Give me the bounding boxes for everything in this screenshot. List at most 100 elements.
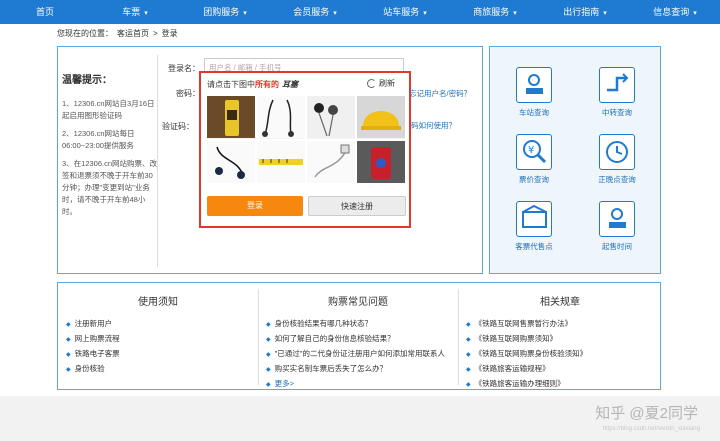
column-title: 购票常见问题 xyxy=(328,297,388,308)
station-icon xyxy=(516,67,552,103)
transfer-icon xyxy=(599,67,635,103)
earbuds-image-icon xyxy=(307,96,355,138)
list-item[interactable]: 《铁路旅客运输规程》 xyxy=(466,362,587,377)
nav-item-label: 出行指南 xyxy=(563,7,600,17)
info-panel: 使用须知 注册新用户 网上购票流程 铁路电子客票 身份核验 购票常见问题 身份核… xyxy=(57,282,661,390)
divider xyxy=(157,55,158,267)
nav-item[interactable]: 车票 ▾ xyxy=(90,0,180,24)
cable-image-icon xyxy=(307,140,355,183)
fare-icon: ¥ xyxy=(516,134,552,170)
service-delay-query[interactable]: 正晚点查询 xyxy=(587,134,647,185)
refresh-icon xyxy=(367,79,376,89)
tip-item: 3、在12306.cn网站购票、改签和退票须不晚于开车前30分钟；办理"变更到站… xyxy=(62,159,158,216)
tape-image-icon xyxy=(257,140,305,183)
register-button[interactable]: 快速注册 xyxy=(308,196,406,216)
forgot-link[interactable]: 忘记用户名/密码？ xyxy=(409,88,471,99)
login-button[interactable]: 登录 xyxy=(207,196,303,216)
refresh-label: 刷新 xyxy=(379,79,395,88)
nav-item-label: 会员服务 xyxy=(293,7,330,17)
captcha-image-6[interactable] xyxy=(257,140,305,183)
refresh-button[interactable]: 刷新 xyxy=(367,78,395,89)
tips-title: 温馨提示： xyxy=(62,75,112,86)
service-label: 车站查询 xyxy=(519,108,549,117)
tips-box: 温馨提示： 1、12306.cn网站自3月16日起启用图形验证码 2、12306… xyxy=(62,71,158,224)
breadcrumb: 您现在的位置： 客运首页 > 登录 xyxy=(57,28,182,40)
nav-item-label: 车票 xyxy=(122,7,141,17)
service-agency-query[interactable]: 客票代售点 xyxy=(504,201,564,252)
captcha-label: 验证码： xyxy=(162,122,194,131)
chevron-down-icon: ▾ xyxy=(333,10,337,17)
captcha-image-8[interactable] xyxy=(357,140,405,183)
breadcrumb-current: 登录 xyxy=(161,29,178,38)
service-label: 起售时间 xyxy=(602,242,632,251)
column-rules: 相关规章 《铁路互联网售票暂行办法》 《铁路互联网购票须知》 《铁路互联网购票身… xyxy=(458,283,662,391)
nav-item[interactable]: 会员服务 ▾ xyxy=(270,0,360,24)
column-faq: 购票常见问题 身份核验结果有哪几种状态？ 如何了解自己的身份信息核验结果？ "已… xyxy=(258,283,458,391)
captcha-image-1[interactable] xyxy=(207,96,255,139)
bottle-image-icon xyxy=(207,96,255,138)
chevron-down-icon: ▾ xyxy=(423,10,427,17)
more-link[interactable]: 更多> xyxy=(266,377,445,392)
captcha-image-7[interactable] xyxy=(307,140,355,183)
service-sale-time[interactable]: 起售时间 xyxy=(587,201,647,252)
list-item[interactable]: 铁路电子客票 xyxy=(66,347,120,362)
list-item[interactable]: 《铁路互联网售票暂行办法》 xyxy=(466,317,587,332)
helmet-image-icon xyxy=(357,96,405,138)
column-usage: 使用须知 注册新用户 网上购票流程 铁路电子客票 身份核验 xyxy=(58,283,258,391)
captcha-box: 请点击下图中所有的 耳塞 刷新 登录 快速注册 xyxy=(199,71,411,228)
list-item[interactable]: 《铁路互联网购票须知》 xyxy=(466,332,587,347)
captcha-prompt-emph: 所有的 xyxy=(255,80,279,89)
nav-item-label: 团购服务 xyxy=(203,7,240,17)
list-item[interactable]: "已通过"的二代身份证注册用户如何添加常用联系人 xyxy=(266,347,445,362)
list-item[interactable]: 网上购票流程 xyxy=(66,332,120,347)
nav-item[interactable]: 站车服务 ▾ xyxy=(360,0,450,24)
list-item[interactable]: 《铁路互联网购票身份核验须知》 xyxy=(466,347,588,362)
sale-time-icon xyxy=(599,201,635,237)
list-item[interactable]: 身份核验结果有哪几种状态？ xyxy=(266,317,445,332)
captcha-prompt-text: 请点击下图中 xyxy=(207,80,255,89)
top-nav: 首页 车票 ▾ 团购服务 ▾ 会员服务 ▾ 站车服务 ▾ 商旅服务 ▾ 出行指南 ▾ 信息查询 ▾ xyxy=(0,0,720,24)
nav-item[interactable]: 团购服务 ▾ xyxy=(180,0,270,24)
list-item[interactable]: 购买实名制车票后丢失了怎么办？ xyxy=(266,362,445,377)
breadcrumb-home[interactable]: 客运首页 xyxy=(117,29,149,38)
list-item[interactable]: 《铁路旅客运输办理细则》 xyxy=(466,377,587,392)
list-item[interactable]: 身份核验 xyxy=(66,362,120,377)
headphones-image-icon xyxy=(207,140,255,183)
column-title: 使用须知 xyxy=(138,297,178,308)
service-fare-query[interactable]: ¥ 票价查询 xyxy=(504,134,564,185)
service-station-query[interactable]: 车站查询 xyxy=(504,67,564,118)
nav-item-label: 站车服务 xyxy=(383,7,420,17)
watermark: 知乎 @夏2同学 xyxy=(595,405,698,422)
chevron-down-icon: ▾ xyxy=(603,10,607,17)
ticket-agency-icon xyxy=(516,201,552,237)
captcha-grid xyxy=(207,96,405,183)
chevron-down-icon: ▾ xyxy=(243,10,247,17)
nav-item-label: 首页 xyxy=(35,7,54,17)
captcha-target-word: 耳塞 xyxy=(282,80,298,89)
svg-text:¥: ¥ xyxy=(528,145,534,156)
nav-item[interactable]: 出行指南 ▾ xyxy=(540,0,630,24)
service-label: 票价查询 xyxy=(519,175,549,184)
list-item[interactable]: 注册新用户 xyxy=(66,317,120,332)
nav-item[interactable]: 首页 xyxy=(0,0,90,24)
nav-item-label: 信息查询 xyxy=(653,7,690,17)
clock-icon xyxy=(599,134,635,170)
chevron-down-icon: ▾ xyxy=(513,10,517,17)
nav-item[interactable]: 商旅服务 ▾ xyxy=(450,0,540,24)
cup-image-icon xyxy=(357,140,405,183)
nav-item-label: 商旅服务 xyxy=(473,7,510,17)
tip-item: 1、12306.cn网站自3月16日起启用图形验证码 xyxy=(62,99,155,120)
list-item[interactable]: 如何了解自己的身份信息核验结果？ xyxy=(266,332,445,347)
chevron-down-icon: ▾ xyxy=(144,10,148,17)
password-label: 密码： xyxy=(176,89,200,98)
captcha-image-2[interactable] xyxy=(257,96,305,139)
captcha-image-5[interactable] xyxy=(207,140,255,183)
nav-item[interactable]: 信息查询 ▾ xyxy=(630,0,720,24)
captcha-image-4[interactable] xyxy=(357,96,405,139)
captcha-image-3[interactable] xyxy=(307,96,355,139)
service-transfer-query[interactable]: 中转查询 xyxy=(587,67,647,118)
earphones-image-icon xyxy=(257,96,305,138)
captcha-prompt: 请点击下图中所有的 耳塞 xyxy=(207,79,298,90)
service-label: 正晚点查询 xyxy=(598,175,636,184)
chevron-down-icon: ▾ xyxy=(693,10,697,17)
